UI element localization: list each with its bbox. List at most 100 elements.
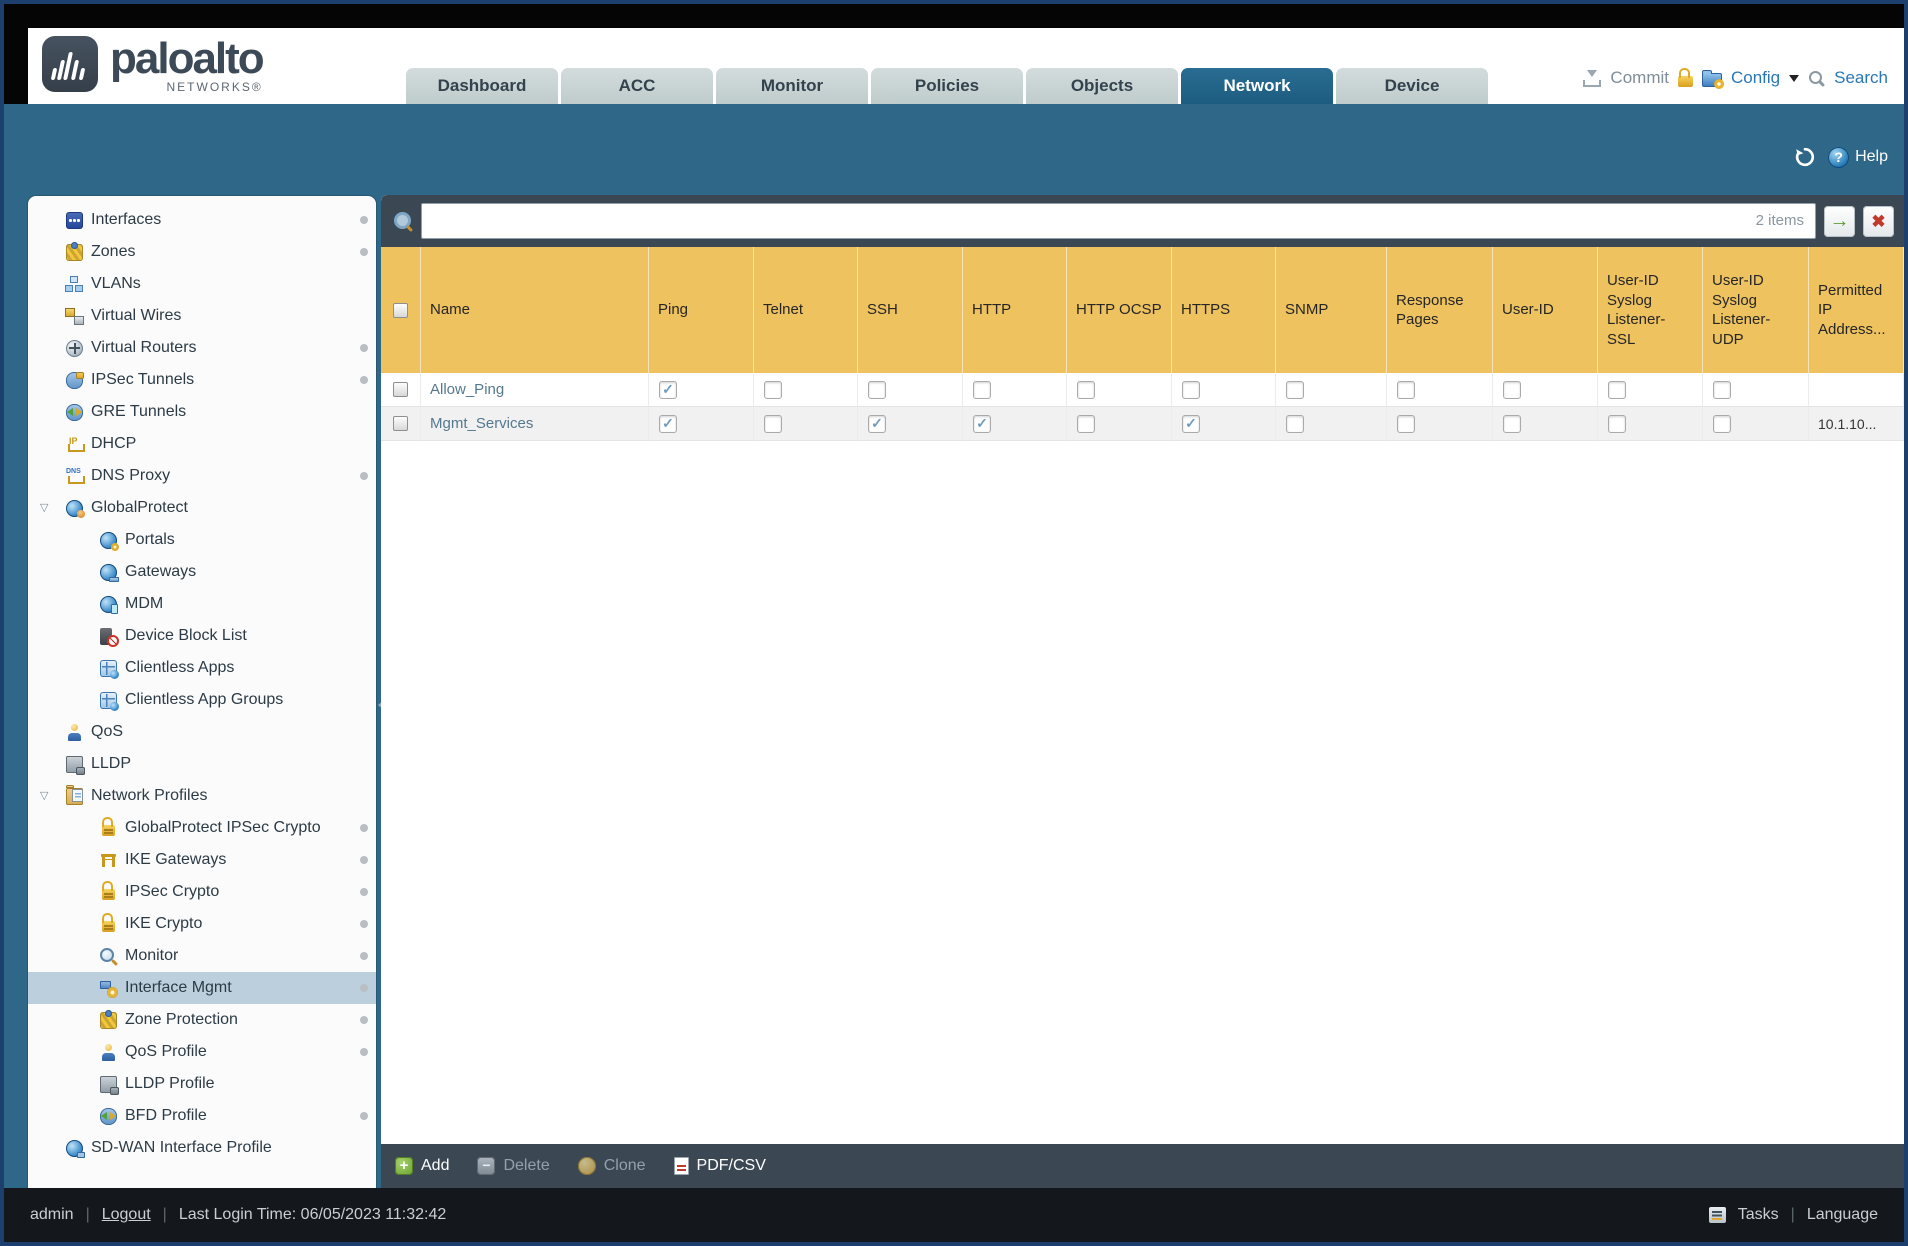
sidebar-item-sd-wan-interface-profile[interactable]: SD-WAN Interface Profile [28,1132,376,1164]
unchecked-icon[interactable] [1713,380,1731,399]
unchecked-icon[interactable] [1397,414,1415,433]
column-header-permitted-ip-address[interactable]: Permitted IP Address... [1809,247,1904,373]
column-header-name[interactable]: Name [421,247,649,373]
unchecked-icon[interactable] [973,380,991,399]
tab-policies[interactable]: Policies [871,68,1023,104]
config-button[interactable]: Config [1731,68,1780,88]
commit-button[interactable]: Commit [1610,68,1669,88]
global-search-button[interactable]: Search [1834,68,1888,88]
sidebar-item-zone-protection[interactable]: Zone Protection [28,1004,376,1036]
refresh-icon[interactable] [1794,146,1816,168]
pdf-csv-button[interactable]: PDF/CSV [673,1157,766,1175]
checked-icon[interactable] [659,414,677,433]
unchecked-icon[interactable] [868,380,886,399]
unchecked-icon[interactable] [1713,414,1731,433]
sidebar-item-gre-tunnels[interactable]: GRE Tunnels [28,396,376,428]
language-button[interactable]: Language [1807,1206,1878,1224]
unchecked-icon[interactable] [1182,380,1200,399]
lock-icon [102,881,115,900]
delete-button[interactable]: Delete [477,1157,550,1175]
unchecked-icon[interactable] [1503,380,1521,399]
unchecked-icon[interactable] [1077,414,1095,433]
sidebar-item-globalprotect-ipsec-crypto[interactable]: GlobalProtect IPSec Crypto [28,812,376,844]
row-checkbox[interactable] [393,416,408,431]
column-header-telnet[interactable]: Telnet [754,247,858,373]
sidebar-item-clientless-apps[interactable]: Clientless Apps [28,652,376,684]
unchecked-icon[interactable] [1503,414,1521,433]
sidebar-item-qos-profile[interactable]: QoS Profile [28,1036,376,1068]
sidebar-item-ipsec-crypto[interactable]: IPSec Crypto [28,876,376,908]
sidebar-item-gateways[interactable]: Gateways [28,556,376,588]
column-header-user-id-syslog-listener-ssl[interactable]: User-ID Syslog Listener-SSL [1598,247,1703,373]
sidebar-item-clientless-app-groups[interactable]: Clientless App Groups [28,684,376,716]
tab-dashboard[interactable]: Dashboard [406,68,558,104]
row-checkbox[interactable] [393,382,408,397]
clear-filter-button[interactable] [1863,205,1894,237]
row-name-link[interactable]: Mgmt_Services [430,415,533,432]
unchecked-icon[interactable] [1608,414,1626,433]
unchecked-icon[interactable] [764,414,782,433]
sidebar-item-zones[interactable]: Zones [28,236,376,268]
unchecked-icon[interactable] [1397,380,1415,399]
sidebar-item-vlans[interactable]: VLANs [28,268,376,300]
column-header-snmp[interactable]: SNMP [1276,247,1387,373]
row-name-link[interactable]: Allow_Ping [430,381,504,398]
sidebar-item-dns-proxy[interactable]: DNS Proxy [28,460,376,492]
unchecked-icon[interactable] [1608,380,1626,399]
tab-acc[interactable]: ACC [561,68,713,104]
help-label[interactable]: Help [1855,148,1888,166]
expand-caret-icon[interactable]: ▽ [40,789,48,802]
sidebar-item-ike-crypto[interactable]: IKE Crypto [28,908,376,940]
sidebar-item-monitor[interactable]: Monitor [28,940,376,972]
checked-icon[interactable] [868,414,886,433]
sidebar-item-dhcp[interactable]: DHCP [28,428,376,460]
tab-device[interactable]: Device [1336,68,1488,104]
unchecked-icon[interactable] [1077,380,1095,399]
checked-icon[interactable] [659,380,677,399]
logout-link[interactable]: Logout [102,1206,151,1224]
unchecked-icon[interactable] [764,380,782,399]
column-header-ssh[interactable]: SSH [858,247,963,373]
column-header-user-id-syslog-listener-udp[interactable]: User-ID Syslog Listener-UDP [1703,247,1809,373]
config-dropdown-caret-icon[interactable] [1789,75,1800,87]
checked-icon[interactable] [973,414,991,433]
help-icon[interactable] [1828,146,1850,168]
clone-button[interactable]: Clone [577,1157,646,1175]
table-action-bar: Add Delete Clone PDF/CSV [381,1144,1904,1188]
column-header-response-pages[interactable]: Response Pages [1387,247,1493,373]
sidebar-item-ike-gateways[interactable]: IKE Gateways [28,844,376,876]
filter-input[interactable] [421,203,1816,239]
tab-objects[interactable]: Objects [1026,68,1178,104]
checked-icon[interactable] [1182,414,1200,433]
expand-caret-icon[interactable]: ▽ [40,501,48,514]
apply-filter-button[interactable] [1824,205,1855,237]
column-header-user-id[interactable]: User-ID [1493,247,1598,373]
tasks-button[interactable]: Tasks [1738,1206,1779,1224]
column-header-http[interactable]: HTTP [963,247,1067,373]
lock-icon[interactable] [1677,68,1693,87]
sidebar-item-ipsec-tunnels[interactable]: IPSec Tunnels [28,364,376,396]
sidebar-item-interface-mgmt[interactable]: Interface Mgmt [28,972,376,1004]
sidebar-item-interfaces[interactable]: Interfaces [28,204,376,236]
tab-network[interactable]: Network [1181,68,1333,104]
column-header-ping[interactable]: Ping [649,247,754,373]
sidebar-item-mdm[interactable]: MDM [28,588,376,620]
unchecked-icon[interactable] [1286,414,1304,433]
sidebar-item-lldp-profile[interactable]: LLDP Profile [28,1068,376,1100]
unchecked-icon[interactable] [1286,380,1304,399]
sidebar-item-lldp[interactable]: LLDP [28,748,376,780]
column-header-https[interactable]: HTTPS [1172,247,1276,373]
sidebar-item-qos[interactable]: QoS [28,716,376,748]
sidebar-item-bfd-profile[interactable]: BFD Profile [28,1100,376,1132]
sidebar-item-virtual-routers[interactable]: Virtual Routers [28,332,376,364]
column-header-http-ocsp[interactable]: HTTP OCSP [1067,247,1172,373]
add-button[interactable]: Add [395,1157,449,1175]
sidebar-item-device-block-list[interactable]: Device Block List [28,620,376,652]
sidebar-item-network-profiles[interactable]: ▽ Network Profiles [28,780,376,812]
sidebar-item-portals[interactable]: Portals [28,524,376,556]
sidebar-item-globalprotect[interactable]: ▽ GlobalProtect [28,492,376,524]
check-cell-https [1172,407,1276,441]
sidebar-item-virtual-wires[interactable]: Virtual Wires [28,300,376,332]
select-all-checkbox[interactable] [393,302,408,318]
tab-monitor[interactable]: Monitor [716,68,868,104]
